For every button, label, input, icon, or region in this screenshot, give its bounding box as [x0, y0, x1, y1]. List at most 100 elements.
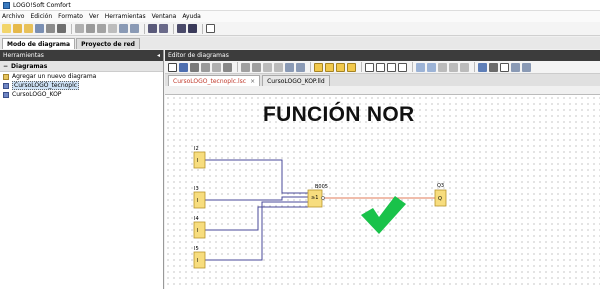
toolbar-separator	[237, 62, 238, 72]
tab-cursologo-tecnoplc[interactable]: CursoLOGO_tecnoplc.lsc ×	[168, 75, 261, 86]
diagrams-tree-header[interactable]: − Diagramas	[0, 61, 163, 72]
select-tool-icon[interactable]	[168, 62, 177, 72]
block-gf-icon[interactable]	[325, 62, 334, 72]
transfer-pc-logo-icon[interactable]	[148, 24, 157, 33]
tree-item-cursologo-kop[interactable]: CursoLOGO_KOP	[0, 90, 163, 99]
cut-connection-icon[interactable]	[241, 62, 250, 72]
compile-icon[interactable]	[177, 24, 186, 33]
delete-icon[interactable]	[75, 24, 84, 33]
diagram-editor-panel: Editor de diagramas CursoLOGO_tecnoplc.l…	[165, 50, 600, 289]
toolbar-separator	[173, 23, 174, 34]
connect-tool-icon[interactable]	[179, 62, 188, 72]
menu-archivo[interactable]: Archivo	[2, 13, 24, 20]
undo-icon[interactable]	[285, 62, 294, 72]
find-icon[interactable]	[460, 62, 469, 72]
wire-i2[interactable]	[204, 159, 308, 194]
input-block-i5[interactable]: I5 I	[193, 246, 206, 269]
collapse-tree-icon[interactable]: −	[3, 63, 8, 70]
input-block-i3[interactable]: I3 I	[193, 186, 206, 209]
doc-tab-label: CursoLOGO_tecnoplc.lsc	[173, 77, 247, 85]
save-icon[interactable]	[35, 24, 44, 33]
special-functions-icon[interactable]	[212, 62, 221, 72]
wire-i4[interactable]	[204, 206, 308, 231]
input-block-symbol: I	[197, 228, 198, 234]
input-block-label: I2	[194, 146, 199, 152]
input-block-i4[interactable]: I4 I	[193, 216, 206, 239]
menu-ver[interactable]: Ver	[89, 13, 99, 20]
cut-icon[interactable]	[86, 24, 95, 33]
edit-tool-icon[interactable]	[438, 62, 447, 72]
window-title: LOGO!Soft Comfort	[13, 1, 71, 9]
tab-cursologo-kop[interactable]: CursoLOGO_KOP.lld	[262, 75, 330, 86]
pointer-tool-icon[interactable]	[206, 24, 215, 33]
align-tool-icon[interactable]	[252, 62, 261, 72]
open-folder-icon[interactable]	[13, 24, 22, 33]
window-titlebar: LOGO!Soft Comfort	[0, 0, 600, 11]
menu-ventana[interactable]: Ventana	[152, 13, 177, 20]
simulation-icon[interactable]	[263, 62, 272, 72]
block-l-icon[interactable]	[347, 62, 356, 72]
constants-tool-icon[interactable]	[190, 62, 199, 72]
input-block-symbol: I	[197, 198, 198, 204]
redo-icon[interactable]	[296, 62, 305, 72]
online-test-icon[interactable]	[274, 62, 283, 72]
zoom-out-icon[interactable]	[427, 62, 436, 72]
menu-edicion[interactable]: Edición	[30, 13, 52, 20]
editor-panel-title: Editor de diagramas	[168, 52, 229, 59]
redo-icon[interactable]	[130, 24, 139, 33]
mode-tab-bar: Modo de diagrama Proyecto de red	[0, 37, 600, 49]
print-icon[interactable]	[46, 24, 55, 33]
collapse-panel-icon[interactable]: ◂	[157, 52, 160, 59]
io-status-icon[interactable]	[478, 62, 487, 72]
block-co-icon[interactable]	[314, 62, 323, 72]
layout-icon[interactable]	[398, 62, 407, 72]
paste-icon[interactable]	[108, 24, 117, 33]
doc-tab-label: CursoLOGO_KOP.lld	[267, 77, 325, 85]
tab-modo-de-diagrama[interactable]: Modo de diagrama	[2, 38, 76, 49]
signal-icon[interactable]	[500, 62, 509, 72]
layout-icon[interactable]	[365, 62, 374, 72]
output-block-symbol: Q	[438, 196, 442, 202]
tree-item-add-diagram[interactable]: Agregar un nuevo diagrama	[0, 72, 163, 81]
block-sf-icon[interactable]	[336, 62, 345, 72]
menu-bar: Archivo Edición Formato Ver Herramientas…	[0, 11, 600, 22]
tab-proyecto-de-red[interactable]: Proyecto de red	[76, 38, 140, 49]
menu-herramientas[interactable]: Herramientas	[105, 13, 146, 20]
wire-i5[interactable]	[204, 201, 308, 261]
diagrams-tree-title: Diagramas	[11, 62, 48, 70]
print-preview-icon[interactable]	[57, 24, 66, 33]
diagram-canvas[interactable]: FUNCIÓN NOR I2 I I3 I I4 I I5 I B005 ≥1 …	[165, 94, 600, 289]
text-tool-icon[interactable]	[223, 62, 232, 72]
input-block-i2[interactable]: I2 I	[193, 146, 206, 169]
transfer-logo-pc-icon[interactable]	[159, 24, 168, 33]
open-file-icon[interactable]	[24, 24, 33, 33]
output-block-q3[interactable]: Q3 Q	[434, 183, 447, 207]
arrange-icon[interactable]	[522, 62, 531, 72]
new-file-icon[interactable]	[2, 24, 11, 33]
tools-panel: Herramientas ◂ − Diagramas Agregar un nu…	[0, 50, 164, 289]
copy-icon[interactable]	[97, 24, 106, 33]
nor-gate-b005[interactable]: B005 ≥1	[307, 184, 328, 208]
toolbar-separator	[310, 62, 311, 72]
ladder-diagram-icon	[3, 91, 9, 98]
module-icon[interactable]	[489, 62, 498, 72]
sort-icon[interactable]	[511, 62, 520, 72]
input-block-label: I3	[194, 186, 199, 192]
output-block-label: Q3	[437, 183, 444, 189]
properties-icon[interactable]	[449, 62, 458, 72]
toolbar-separator	[202, 23, 203, 34]
menu-ayuda[interactable]: Ayuda	[182, 13, 201, 20]
document-tab-bar: CursoLOGO_tecnoplc.lsc × CursoLOGO_KOP.l…	[165, 74, 600, 86]
wire-i3[interactable]	[204, 196, 308, 201]
zoom-in-icon[interactable]	[416, 62, 425, 72]
menu-formato[interactable]: Formato	[58, 13, 83, 20]
layout-icon[interactable]	[376, 62, 385, 72]
layout-icon[interactable]	[387, 62, 396, 72]
simulation-icon[interactable]	[188, 24, 197, 33]
close-tab-icon[interactable]: ×	[250, 78, 255, 85]
basic-functions-icon[interactable]	[201, 62, 210, 72]
tree-item-cursologo-tecnoplc[interactable]: CursoLOGO_tecnoplc	[0, 81, 163, 90]
undo-icon[interactable]	[119, 24, 128, 33]
input-block-symbol: I	[197, 258, 198, 264]
toolbar-separator	[71, 23, 72, 34]
